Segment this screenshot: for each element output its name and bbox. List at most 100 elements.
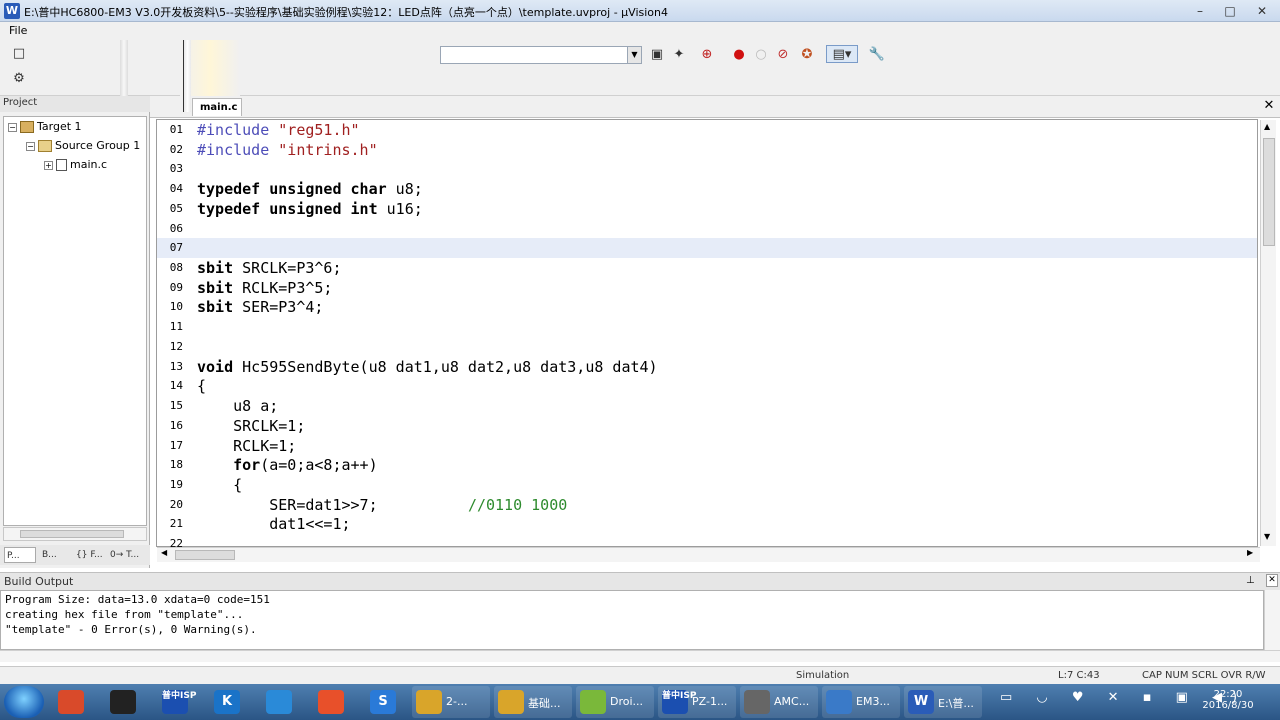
- kill-breakpoints-icon[interactable]: ⊘: [774, 46, 792, 64]
- editor-hscrollbar[interactable]: ◀ ▶: [157, 547, 1260, 562]
- code-token: typedef unsigned int: [197, 200, 378, 218]
- tab-project[interactable]: P...: [4, 547, 36, 563]
- build-output-hscrollbar[interactable]: [0, 650, 1280, 662]
- code-line[interactable]: 19 {: [157, 475, 1257, 495]
- code-line[interactable]: 15 u8 a;: [157, 396, 1257, 416]
- new-file-icon[interactable]: □: [10, 45, 28, 63]
- title-bar: W E:\普中HC6800-EM3 V3.0开发板资料\5--实验程序\基础实验…: [0, 0, 1280, 22]
- tab-books[interactable]: B...: [40, 547, 70, 563]
- tree-node-main-c[interactable]: + main.c: [44, 157, 107, 173]
- start-button[interactable]: [4, 686, 44, 718]
- minimize-button[interactable]: –: [1186, 2, 1214, 20]
- code-line[interactable]: 05 typedef unsigned int u16;: [157, 199, 1257, 219]
- taskbar-button[interactable]: Droi...: [576, 686, 654, 718]
- scroll-left-icon[interactable]: ◀: [161, 548, 167, 557]
- code-line[interactable]: 16 SRCLK=1;: [157, 416, 1257, 436]
- taskbar-button[interactable]: EM3...: [822, 686, 900, 718]
- code-line[interactable]: 03: [157, 159, 1257, 179]
- tab-templates[interactable]: 0→ T...: [108, 547, 146, 563]
- code-line[interactable]: 11: [157, 317, 1257, 337]
- scroll-up-icon[interactable]: ▲: [1264, 122, 1270, 131]
- code-text: RCLK=1;: [197, 436, 296, 456]
- debug-icon[interactable]: ⊕: [698, 46, 716, 64]
- code-text: u8 a;: [197, 396, 278, 416]
- taskbar-button[interactable]: [308, 686, 356, 718]
- code-line[interactable]: 08 sbit SRCLK=P3^6;: [157, 258, 1257, 278]
- taskbar-button[interactable]: W E:\普...: [904, 686, 982, 718]
- tab-functions[interactable]: {} F...: [74, 547, 106, 563]
- taskbar-button[interactable]: 2-...: [412, 686, 490, 718]
- taskbar-button[interactable]: 普中ISP PZ-1...: [658, 686, 736, 718]
- folder-icon: [416, 690, 442, 714]
- taskbar-button[interactable]: 基础...: [494, 686, 572, 718]
- code-line[interactable]: 02 #include "intrins.h": [157, 140, 1257, 160]
- close-icon[interactable]: ✕: [1266, 574, 1278, 587]
- options-icon[interactable]: ▣: [648, 46, 666, 64]
- code-line[interactable]: 10 sbit SER=P3^4;: [157, 297, 1257, 317]
- project-hscrollbar[interactable]: [3, 527, 147, 541]
- scroll-thumb[interactable]: [20, 530, 124, 538]
- code-line[interactable]: 17 RCLK=1;: [157, 436, 1257, 456]
- tree-node-source-group[interactable]: − Source Group 1: [26, 138, 140, 154]
- build-output-vscrollbar[interactable]: [1264, 590, 1280, 650]
- kill-all-icon[interactable]: ✪: [798, 46, 816, 64]
- close-button[interactable]: ✕: [1246, 2, 1278, 20]
- scroll-thumb[interactable]: [175, 550, 235, 560]
- taskbar-button[interactable]: [256, 686, 304, 718]
- clock[interactable]: 22:20 2016/8/30: [1192, 686, 1264, 718]
- collapse-icon[interactable]: −: [26, 141, 35, 151]
- taskbar-button[interactable]: [48, 686, 96, 718]
- close-icon[interactable]: ✕: [1262, 99, 1276, 113]
- pin-icon[interactable]: ⊥: [1246, 575, 1255, 586]
- tree-node-target[interactable]: − Target 1: [8, 119, 82, 135]
- project-tree: − Target 1 − Source Group 1 + main.c: [3, 116, 147, 526]
- status-bar: Simulation L:7 C:43 CAP NUM SCRL OVR R/W: [0, 666, 1280, 684]
- code-token: #include: [197, 141, 279, 159]
- menu-file[interactable]: File: [9, 24, 27, 37]
- code-line[interactable]: 14 {: [157, 376, 1257, 396]
- code-text: SER=dat1>>7; //0110 1000: [197, 495, 567, 515]
- configure-icon[interactable]: 🔧: [868, 46, 886, 64]
- scroll-thumb[interactable]: [1263, 138, 1275, 246]
- window-layout-icon[interactable]: ▤▾: [826, 45, 858, 63]
- code-token: u8;: [386, 180, 423, 198]
- code-line[interactable]: 13 void Hc595SendByte(u8 dat1,u8 dat2,u8 …: [157, 357, 1257, 377]
- target-select[interactable]: ▼: [440, 46, 642, 64]
- code-line[interactable]: 12: [157, 337, 1257, 357]
- status-mode: Simulation: [796, 670, 850, 681]
- taskbar-button[interactable]: AMC...: [740, 686, 818, 718]
- code-line[interactable]: 18 for(a=0;a<8;a++): [157, 455, 1257, 475]
- collapse-icon[interactable]: −: [8, 122, 17, 132]
- tree-node-label: main.c: [70, 158, 108, 171]
- expand-icon[interactable]: +: [44, 160, 53, 170]
- chevron-down-icon[interactable]: ▼: [627, 47, 641, 63]
- system-tray[interactable]: ▭ ◡ ♥ ✕ ▪ ▣ ◀): [1000, 690, 1237, 714]
- translate-icon[interactable]: ⚙: [10, 70, 28, 88]
- status-position: L:7 C:43: [1058, 670, 1100, 681]
- line-number: 03: [169, 162, 183, 175]
- folder-icon: [498, 690, 524, 714]
- scroll-down-icon[interactable]: ▼: [1264, 532, 1270, 541]
- code-line[interactable]: 07: [157, 238, 1257, 258]
- code-line[interactable]: 20 SER=dat1>>7; //0110 1000: [157, 495, 1257, 515]
- code-line[interactable]: 01 #include "reg51.h": [157, 120, 1257, 140]
- editor-vscrollbar[interactable]: ▲ ▼: [1260, 120, 1276, 546]
- manage-icon[interactable]: ✦: [670, 46, 688, 64]
- build-output-title: Build Output: [4, 575, 74, 588]
- taskbar-button[interactable]: [100, 686, 148, 718]
- code-line[interactable]: 04 typedef unsigned char u8;: [157, 179, 1257, 199]
- taskbar-button[interactable]: S: [360, 686, 408, 718]
- code-line[interactable]: 06: [157, 219, 1257, 239]
- code-token: sbit: [197, 279, 234, 297]
- maximize-button[interactable]: □: [1216, 2, 1244, 20]
- code-line[interactable]: 09 sbit RCLK=P3^5;: [157, 278, 1257, 298]
- breakpoint-disabled-icon[interactable]: ○: [752, 46, 770, 64]
- scroll-right-icon[interactable]: ▶: [1247, 548, 1253, 557]
- breakpoint-icon[interactable]: ●: [730, 46, 748, 64]
- build-output-text[interactable]: Program Size: data=13.0 xdata=0 code=151…: [0, 590, 1264, 650]
- taskbar-button[interactable]: K: [204, 686, 252, 718]
- tab-main-c[interactable]: main.c: [192, 98, 242, 116]
- taskbar-button[interactable]: 普中ISP: [152, 686, 200, 718]
- code-text: sbit SER=P3^4;: [197, 297, 323, 317]
- code-line[interactable]: 21 dat1<<=1;: [157, 514, 1257, 534]
